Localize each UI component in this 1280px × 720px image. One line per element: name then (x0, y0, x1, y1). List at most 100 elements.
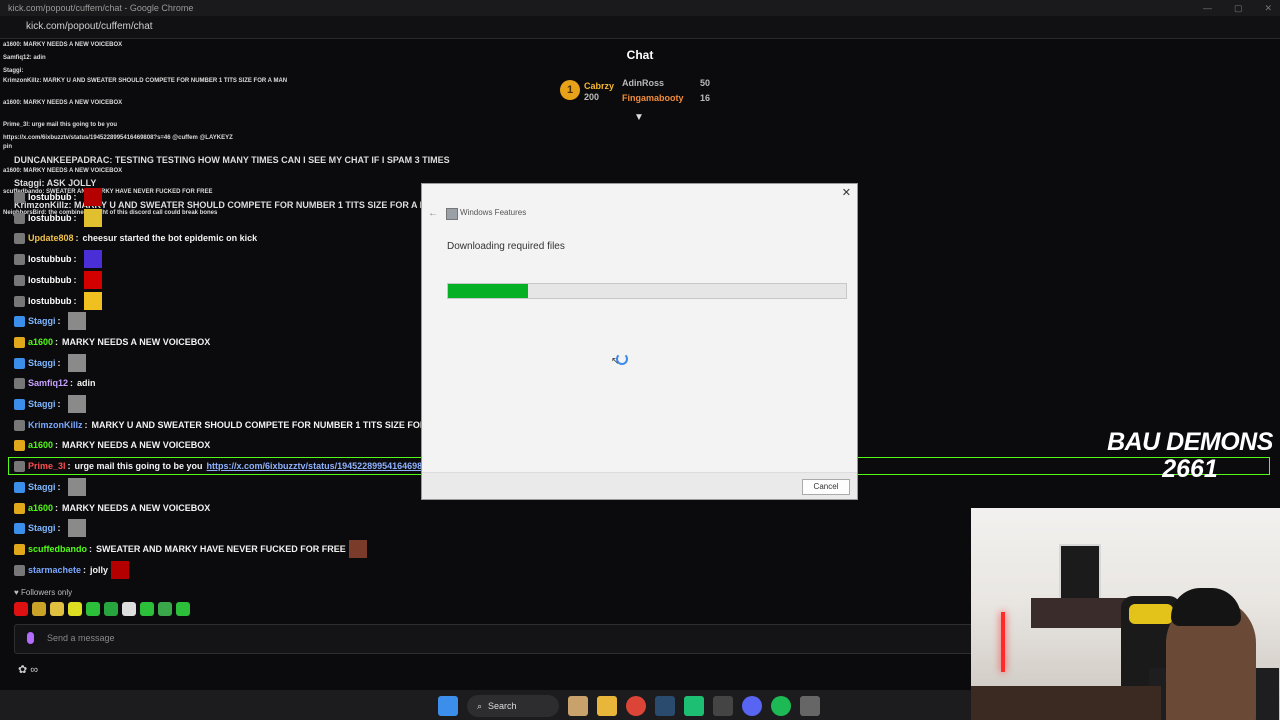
username-separator: : (55, 337, 59, 347)
chat-username[interactable]: Staggi (28, 399, 56, 409)
chat-message-text: adin (77, 378, 96, 388)
spotify-icon[interactable] (771, 696, 791, 716)
chat-input[interactable]: Send a message (14, 624, 976, 654)
username-separator: : (70, 378, 74, 388)
emote-bau[interactable] (68, 602, 82, 616)
overlay-chat-line: DUNCANKEEPADRAC: TESTING TESTING HOW MAN… (14, 155, 450, 165)
chat-username[interactable]: lostubbub (28, 275, 72, 285)
scroll-down-icon[interactable]: ▼ (634, 112, 644, 123)
chat-username[interactable]: Staggi (28, 482, 56, 492)
mic-icon[interactable] (27, 632, 34, 644)
chat-username[interactable]: Staggi (28, 358, 56, 368)
emote-red[interactable] (14, 602, 28, 616)
chat-emote (83, 292, 102, 310)
user-badge-icon (14, 315, 25, 327)
close-icon[interactable]: ✕ (842, 186, 851, 199)
chat-message: lostubbub: (14, 291, 102, 311)
discord-icon[interactable] (742, 696, 762, 716)
chat-username[interactable]: Update808 (28, 233, 74, 243)
emote-green-3[interactable] (140, 602, 154, 616)
user-badge-icon (14, 232, 25, 244)
maximize-icon[interactable]: ▢ (1234, 0, 1243, 16)
chat-message-link[interactable]: https://x.com/6ixbuzztv/status/194522899… (207, 461, 428, 471)
chat-title: Chat (626, 48, 654, 62)
emote-green-1[interactable] (86, 602, 100, 616)
chat-username[interactable]: lostubbub (28, 254, 72, 264)
chat-message-text: MARKY U AND SWEATER SHOULD COMPETE FOR N… (91, 420, 445, 430)
mouse-cursor-icon: ↖ (611, 356, 620, 367)
emote-green-5[interactable] (176, 602, 190, 616)
overlay-chat-line: a1600: MARKY NEEDS A NEW VOICEBOX (3, 42, 123, 48)
chat-username[interactable]: starmachete (28, 565, 81, 575)
username-separator: : (67, 461, 71, 471)
chat-message: lostubbub: (14, 208, 102, 228)
username-separator: : (55, 503, 59, 513)
chat-username[interactable]: lostubbub (28, 192, 72, 202)
address-bar[interactable]: kick.com/popout/cuffem/chat (0, 16, 1280, 38)
username-separator: : (55, 440, 59, 450)
infinity-icon[interactable]: ∞ (30, 664, 38, 676)
username-separator: : (57, 523, 61, 533)
leader-first-name[interactable]: Cabrzy (584, 81, 614, 91)
emote-green-2[interactable] (104, 602, 118, 616)
user-badge-icon (14, 419, 25, 431)
chat-username[interactable]: a1600 (28, 337, 53, 347)
overlay-chat-line: Prime_3l: urge mail this going to be you (3, 122, 118, 128)
search-icon: ⌕ (477, 700, 483, 711)
chat-username[interactable]: scuffedbando (28, 544, 87, 554)
overlay-title: BAU DEMONS (1107, 428, 1273, 456)
leader-second-name[interactable]: AdinRoss (622, 78, 664, 88)
emote-yellow[interactable] (50, 602, 64, 616)
chat-username[interactable]: Staggi (28, 523, 56, 533)
overlay-chat-line: https://x.com/6ixbuzztv/status/194522899… (3, 135, 233, 141)
chat-username[interactable]: Prime_3l (28, 461, 66, 471)
chat-username[interactable]: a1600 (28, 503, 53, 513)
chrome-icon[interactable] (626, 696, 646, 716)
steam-icon[interactable] (655, 696, 675, 716)
overlay-chat-line: Samfiq12: adin (3, 55, 46, 61)
desk (971, 686, 1161, 720)
username-separator: : (57, 399, 61, 409)
chat-username[interactable]: a1600 (28, 440, 53, 450)
overlay-chat-line: a1600: MARKY NEEDS A NEW VOICEBOX (3, 100, 123, 106)
taskbar-search[interactable]: ⌕ Search (467, 695, 559, 717)
download-progress-bar (447, 283, 847, 299)
settings-icon[interactable]: ✿ (18, 664, 27, 676)
app-icon[interactable] (713, 696, 733, 716)
minimize-icon[interactable]: — (1203, 0, 1212, 16)
back-arrow-icon[interactable]: ← (428, 208, 438, 219)
taskbar-search-label: Search (488, 701, 517, 711)
chat-tools: ✿ ∞ (18, 663, 38, 676)
widget-icon[interactable] (568, 696, 588, 716)
followers-only-text: Followers only (20, 588, 73, 597)
chat-username[interactable]: lostubbub (28, 213, 72, 223)
username-separator: : (73, 213, 77, 223)
chat-username[interactable]: Staggi (28, 316, 56, 326)
user-badge-icon (14, 295, 25, 307)
emote-green-4[interactable] (158, 602, 172, 616)
emote-white[interactable] (122, 602, 136, 616)
start-icon[interactable] (438, 696, 458, 716)
url-text[interactable]: kick.com/popout/cuffem/chat (26, 21, 153, 32)
followers-only-label: ♥ Followers only (14, 588, 73, 597)
chat-message-text: MARKY NEEDS A NEW VOICEBOX (62, 337, 211, 347)
chat-message-text: jolly (90, 565, 109, 575)
windows-features-icon (446, 208, 458, 220)
emote-gold[interactable] (32, 602, 46, 616)
terminal-icon[interactable] (800, 696, 820, 716)
chat-emote (83, 250, 102, 268)
file-explorer-icon[interactable] (597, 696, 617, 716)
cancel-button[interactable]: Cancel (802, 479, 850, 495)
overlay-chat-line: KrimzonKillz: MARKY U AND SWEATER SHOULD… (3, 78, 288, 84)
chat-message: Update808: cheesur started the bot epidem… (14, 228, 257, 248)
browser-titlebar: kick.com/popout/cuffem/chat - Google Chr… (0, 0, 1280, 16)
chat-username[interactable]: Samfiq12 (28, 378, 68, 388)
chat-username[interactable]: lostubbub (28, 296, 72, 306)
chat-username[interactable]: KrimzonKillz (28, 420, 83, 430)
overlay-chat-line: a1600: MARKY NEEDS A NEW VOICEBOX (3, 168, 123, 174)
leader-third-name[interactable]: Fingamabooty (622, 93, 684, 103)
xbox-icon[interactable] (684, 696, 704, 716)
username-separator: : (84, 420, 88, 430)
close-window-icon[interactable]: ✕ (1264, 0, 1272, 16)
chat-message-text: SWEATER AND MARKY HAVE NEVER FUCKED FOR … (96, 544, 346, 554)
